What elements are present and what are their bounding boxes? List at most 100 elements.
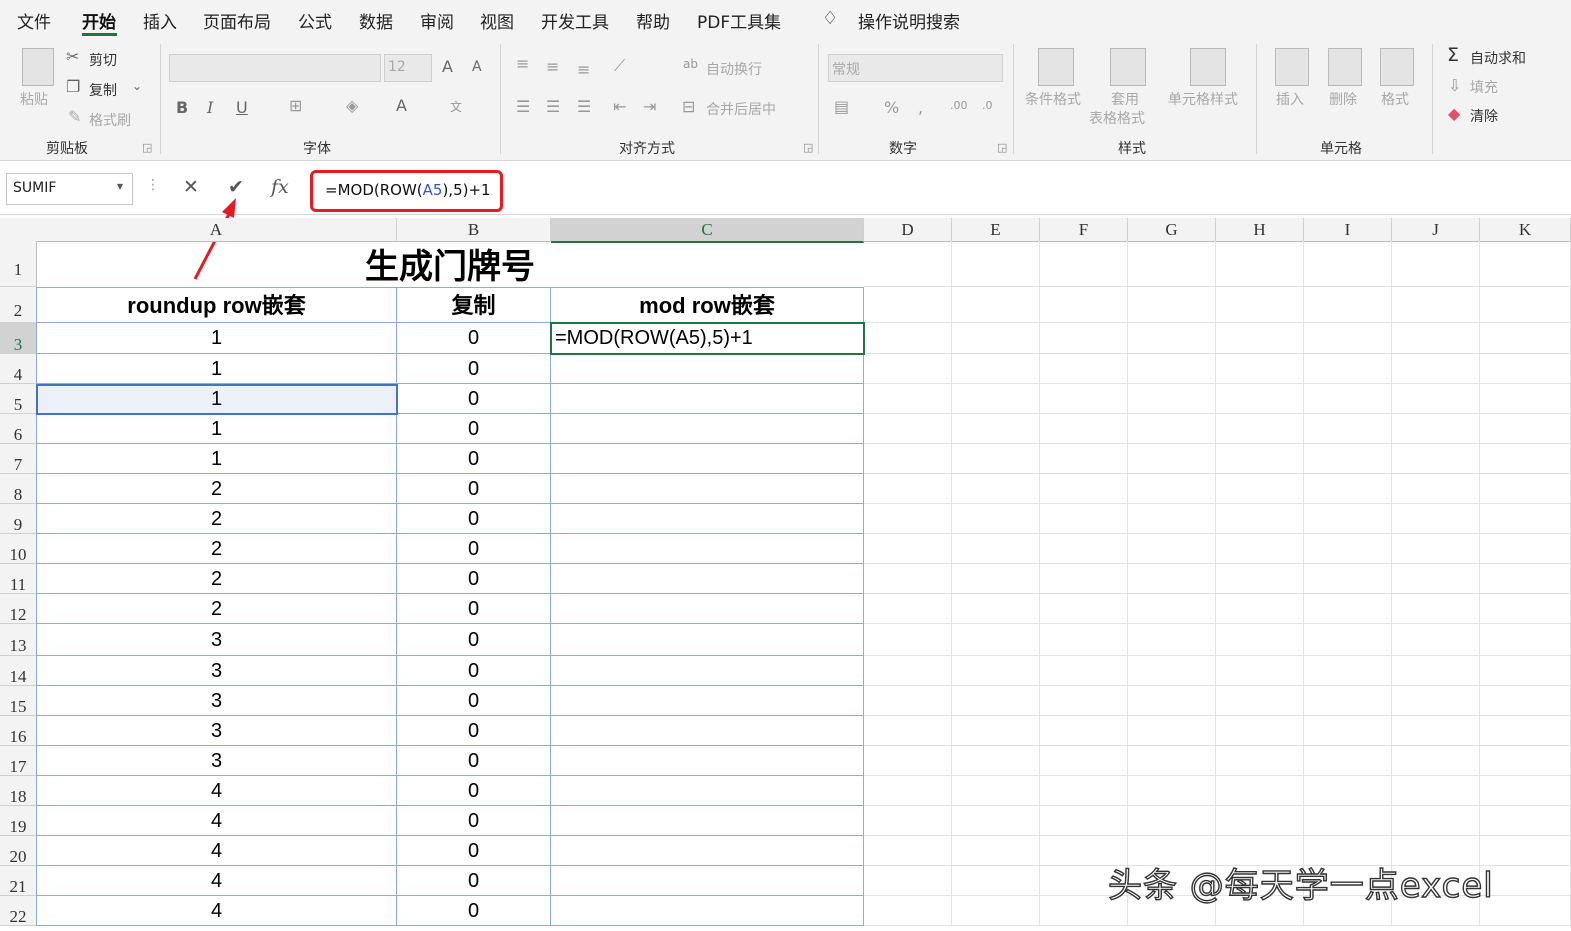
grid-cell[interactable] bbox=[1304, 806, 1392, 836]
grid-cell[interactable] bbox=[1304, 287, 1392, 323]
row-header-12[interactable]: 12 bbox=[0, 594, 37, 624]
grid-cell[interactable] bbox=[1304, 444, 1392, 474]
grid-cell[interactable] bbox=[1304, 534, 1392, 564]
grid-cell[interactable] bbox=[1392, 323, 1480, 354]
format-painter-button[interactable]: 格式刷 bbox=[89, 110, 131, 130]
insert-cells-button[interactable]: 插入 bbox=[1276, 89, 1304, 109]
table-cell-c[interactable] bbox=[551, 686, 864, 716]
table-cell-c[interactable] bbox=[551, 656, 864, 686]
grid-cell[interactable] bbox=[864, 624, 952, 656]
grid-cell[interactable] bbox=[1304, 354, 1392, 384]
table-cell-b[interactable]: 0 bbox=[397, 474, 551, 504]
grid-cell[interactable] bbox=[1128, 287, 1216, 323]
grid-cell[interactable] bbox=[1392, 504, 1480, 534]
menu-file[interactable]: 文件 bbox=[17, 8, 51, 33]
row-header-17[interactable]: 17 bbox=[0, 746, 37, 776]
grid-cell[interactable] bbox=[1040, 776, 1128, 806]
grid-cell[interactable] bbox=[864, 836, 952, 866]
grid-cell[interactable] bbox=[952, 896, 1040, 926]
grid-cell[interactable] bbox=[1040, 534, 1128, 564]
grid-cell[interactable] bbox=[952, 444, 1040, 474]
align-right-icon[interactable]: ☰ bbox=[577, 97, 591, 116]
grid-cell[interactable] bbox=[1304, 656, 1392, 686]
font-size-select[interactable]: 12 bbox=[384, 54, 432, 82]
table-cell-c[interactable] bbox=[551, 414, 864, 444]
grid-cell[interactable] bbox=[1304, 384, 1392, 414]
grid-cell[interactable] bbox=[1216, 686, 1304, 716]
active-cell-c3[interactable]: =MOD(ROW(A5),5)+1 bbox=[550, 322, 865, 355]
grid-cell[interactable] bbox=[1128, 241, 1216, 287]
align-top-icon[interactable]: ≡ bbox=[516, 54, 529, 73]
menu-home[interactable]: 开始 bbox=[82, 8, 116, 33]
paste-button[interactable]: 粘贴 bbox=[20, 89, 48, 109]
grid-cell[interactable] bbox=[952, 716, 1040, 746]
number-format-select[interactable]: 常规 bbox=[828, 54, 1003, 82]
grid-cell[interactable] bbox=[864, 323, 952, 354]
grid-cell[interactable] bbox=[1040, 474, 1128, 504]
grid-cell[interactable] bbox=[1216, 746, 1304, 776]
table-cell-a[interactable]: 2 bbox=[36, 474, 397, 504]
bold-icon[interactable]: B bbox=[176, 98, 188, 117]
grid-cell[interactable] bbox=[1128, 656, 1216, 686]
column-header-g[interactable]: G bbox=[1128, 218, 1216, 242]
row-header-9[interactable]: 9 bbox=[0, 504, 37, 534]
font-name-select[interactable] bbox=[169, 54, 381, 82]
font-color-icon[interactable]: A bbox=[396, 96, 407, 115]
grid-cell[interactable] bbox=[1392, 564, 1480, 594]
grid-cell[interactable] bbox=[864, 474, 952, 504]
grid-cell[interactable] bbox=[1040, 564, 1128, 594]
align-center-icon[interactable]: ☰ bbox=[546, 97, 560, 116]
grid-cell[interactable] bbox=[1128, 534, 1216, 564]
delete-cells-button[interactable]: 删除 bbox=[1329, 89, 1357, 109]
row-header-10[interactable]: 10 bbox=[0, 534, 37, 564]
grid-cell[interactable] bbox=[1128, 686, 1216, 716]
grid-cell[interactable] bbox=[1392, 444, 1480, 474]
table-cell-b[interactable]: 0 bbox=[397, 896, 551, 926]
menu-page-layout[interactable]: 页面布局 bbox=[203, 8, 271, 33]
header-cell[interactable]: mod row嵌套 bbox=[551, 287, 864, 323]
row-header-22[interactable]: 22 bbox=[0, 896, 37, 926]
grid-cell[interactable] bbox=[1480, 354, 1571, 384]
increase-indent-icon[interactable]: ⇥ bbox=[643, 97, 656, 116]
table-cell-b[interactable]: 0 bbox=[397, 716, 551, 746]
table-cell-b[interactable]: 0 bbox=[397, 354, 551, 384]
grid-cell[interactable] bbox=[1040, 444, 1128, 474]
table-cell-a[interactable]: 2 bbox=[36, 594, 397, 624]
table-cell-c[interactable] bbox=[551, 594, 864, 624]
phonetic-icon[interactable]: 文 bbox=[450, 98, 462, 115]
grid-cell[interactable] bbox=[1392, 384, 1480, 414]
grid-cell[interactable] bbox=[1480, 474, 1571, 504]
grid-cell[interactable] bbox=[1128, 806, 1216, 836]
menu-view[interactable]: 视图 bbox=[480, 8, 514, 33]
grid-cell[interactable] bbox=[1304, 564, 1392, 594]
grid-cell[interactable] bbox=[1216, 323, 1304, 354]
grid-cell[interactable] bbox=[1216, 414, 1304, 444]
grid-cell[interactable] bbox=[1040, 716, 1128, 746]
table-cell-b[interactable]: 0 bbox=[397, 504, 551, 534]
percent-icon[interactable]: % bbox=[884, 98, 899, 117]
column-header-a[interactable]: A bbox=[36, 218, 397, 242]
row-header-16[interactable]: 16 bbox=[0, 716, 37, 746]
table-cell-b[interactable]: 0 bbox=[397, 564, 551, 594]
grid-cell[interactable] bbox=[864, 414, 952, 444]
table-cell-c[interactable] bbox=[551, 716, 864, 746]
grid-cell[interactable] bbox=[952, 504, 1040, 534]
menu-insert[interactable]: 插入 bbox=[143, 8, 177, 33]
grid-cell[interactable] bbox=[1216, 241, 1304, 287]
table-cell-a[interactable]: 1 bbox=[36, 414, 397, 444]
grid-cell[interactable] bbox=[1040, 624, 1128, 656]
decrease-font-icon[interactable]: A bbox=[472, 59, 482, 75]
grid-cell[interactable] bbox=[1216, 564, 1304, 594]
grid-cell[interactable] bbox=[952, 656, 1040, 686]
table-cell-b[interactable]: 0 bbox=[397, 806, 551, 836]
grid-cell[interactable] bbox=[952, 354, 1040, 384]
table-cell-a[interactable]: 4 bbox=[36, 836, 397, 866]
grid-cell[interactable] bbox=[952, 866, 1040, 896]
grid-cell[interactable] bbox=[952, 241, 1040, 287]
grid-cell[interactable] bbox=[1392, 806, 1480, 836]
table-cell-b[interactable]: 0 bbox=[397, 323, 551, 354]
grid-cell[interactable] bbox=[1480, 384, 1571, 414]
table-cell-a[interactable]: 4 bbox=[36, 866, 397, 896]
grid-cell[interactable] bbox=[1392, 716, 1480, 746]
more-options-icon[interactable]: ⋮ bbox=[146, 177, 160, 193]
